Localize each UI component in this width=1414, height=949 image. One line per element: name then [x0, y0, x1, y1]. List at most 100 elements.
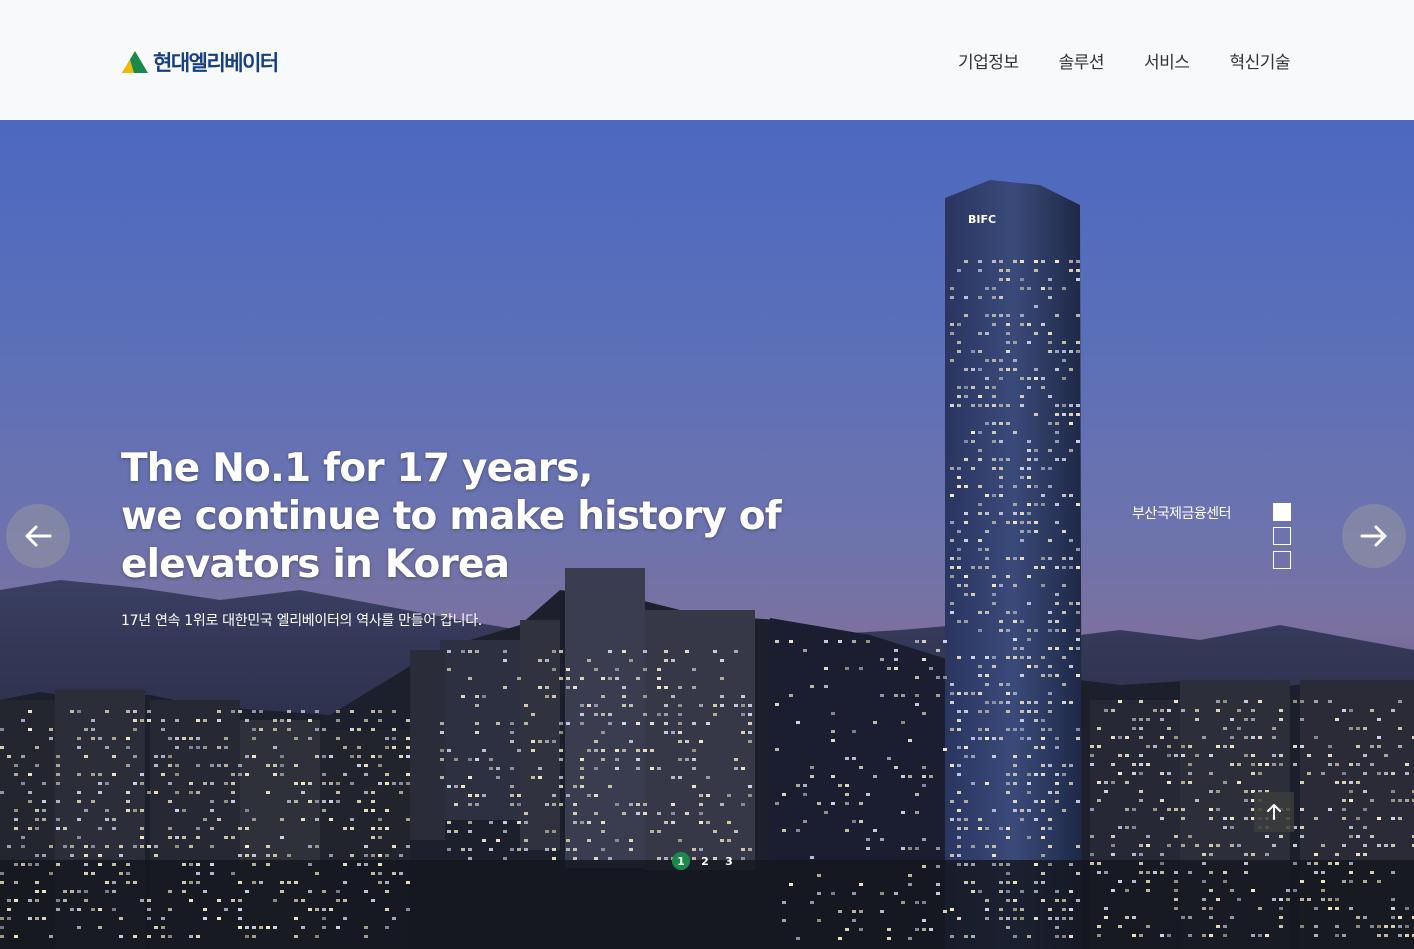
next-slide-button[interactable]: [1342, 504, 1406, 568]
building-window-light: [650, 749, 654, 752]
building-window-light: [287, 710, 291, 713]
nav-item-company[interactable]: 기업정보: [958, 48, 1019, 73]
building-window-light: [1398, 799, 1402, 802]
building-window-light: [1146, 835, 1150, 838]
building-window-light: [301, 818, 305, 821]
building-window-light: [1174, 898, 1178, 901]
building-window-light: [1237, 781, 1241, 784]
building-window-light: [105, 881, 109, 884]
building-window-light: [1006, 368, 1010, 371]
building-window-light: [1069, 647, 1073, 650]
building-window-light: [845, 802, 849, 805]
building-window-light: [734, 704, 738, 707]
building-window-light: [545, 686, 549, 689]
building-window-light: [964, 593, 968, 596]
building-window-light: [1048, 557, 1052, 560]
building-window-light: [643, 713, 647, 716]
building-window-light: [978, 395, 982, 398]
building-window-light: [601, 677, 605, 680]
building-window-light: [1069, 368, 1073, 371]
building-window-light: [1230, 826, 1234, 829]
building-window-light: [1300, 808, 1304, 811]
building-window-light: [1034, 449, 1038, 452]
pager-dot-2[interactable]: 2: [696, 852, 714, 870]
building-window-light: [1041, 719, 1045, 722]
nav-item-innovation[interactable]: 혁신기술: [1229, 48, 1290, 73]
building-window-light: [636, 677, 640, 680]
building-window-light: [1139, 754, 1143, 757]
building-window-light: [454, 803, 458, 806]
building-window-light: [461, 848, 465, 851]
building-window-light: [308, 737, 312, 740]
building-window-light: [678, 758, 682, 761]
building-window-light: [1069, 413, 1073, 416]
building-window-light: [1104, 871, 1108, 874]
building-window-light: [1034, 269, 1038, 272]
building-window-light: [964, 746, 968, 749]
building-window-light: [406, 818, 410, 821]
building-window-light: [1188, 916, 1192, 919]
building-window-light: [510, 785, 514, 788]
building-window-light: [1034, 701, 1038, 704]
building-window-light: [371, 755, 375, 758]
building-window-light: [1055, 917, 1059, 920]
building-window-light: [133, 728, 137, 731]
building-window-light: [1041, 323, 1045, 326]
building-window-light: [468, 677, 472, 680]
building-window-light: [1006, 836, 1010, 839]
building-window-light: [978, 539, 982, 542]
building-window-light: [91, 728, 95, 731]
building-window-light: [343, 773, 347, 776]
building-window-light: [1195, 718, 1199, 721]
logo[interactable]: 현대엘리베이터: [121, 47, 279, 77]
building-window-light: [210, 800, 214, 803]
building-window-light: [1006, 629, 1010, 632]
building-window-light: [482, 839, 486, 842]
building-window-light: [671, 731, 675, 734]
building-window-light: [985, 683, 989, 686]
thumb-2[interactable]: [1273, 527, 1291, 545]
building-window-light: [1076, 566, 1080, 569]
building-window-light: [440, 776, 444, 779]
building-window-light: [1181, 781, 1185, 784]
building-window-light: [329, 782, 333, 785]
building-window-light: [77, 773, 81, 776]
building-window-light: [1223, 880, 1227, 883]
building-window-light: [1006, 710, 1010, 713]
building-window-light: [748, 704, 752, 707]
building-window-light: [1356, 817, 1360, 820]
pager-dot-3[interactable]: 3: [720, 852, 738, 870]
building-window-light: [1013, 359, 1017, 362]
building-window-light: [1006, 872, 1010, 875]
building-window-light: [999, 422, 1003, 425]
thumb-1[interactable]: [1273, 503, 1291, 521]
building-window-light: [1090, 835, 1094, 838]
building-window-light: [643, 668, 647, 671]
building-window-light: [692, 722, 696, 725]
building-window-light: [0, 872, 4, 875]
building-window-light: [922, 838, 926, 841]
building-window-light: [482, 749, 486, 752]
building-window-light: [1237, 709, 1241, 712]
nav-item-services[interactable]: 서비스: [1144, 48, 1190, 73]
building-window-light: [1048, 467, 1052, 470]
thumb-3[interactable]: [1273, 551, 1291, 569]
prev-slide-button[interactable]: [6, 504, 70, 568]
building-window-light: [231, 791, 235, 794]
scroll-top-button[interactable]: [1254, 792, 1294, 832]
building-window-light: [98, 908, 102, 911]
building-window-light: [580, 785, 584, 788]
building-window-light: [147, 899, 151, 902]
building-window-light: [950, 557, 954, 560]
building-window-light: [1041, 566, 1045, 569]
building-window-light: [28, 899, 32, 902]
building-window-light: [119, 935, 123, 938]
pager-dot-1[interactable]: 1: [672, 852, 690, 870]
building-window-light: [1195, 709, 1199, 712]
building-window-light: [601, 731, 605, 734]
building-window-light: [1174, 835, 1178, 838]
building-window-light: [468, 857, 472, 860]
building-window-light: [14, 809, 18, 812]
building-window-light: [42, 818, 46, 821]
nav-item-solutions[interactable]: 솔루션: [1059, 48, 1105, 73]
